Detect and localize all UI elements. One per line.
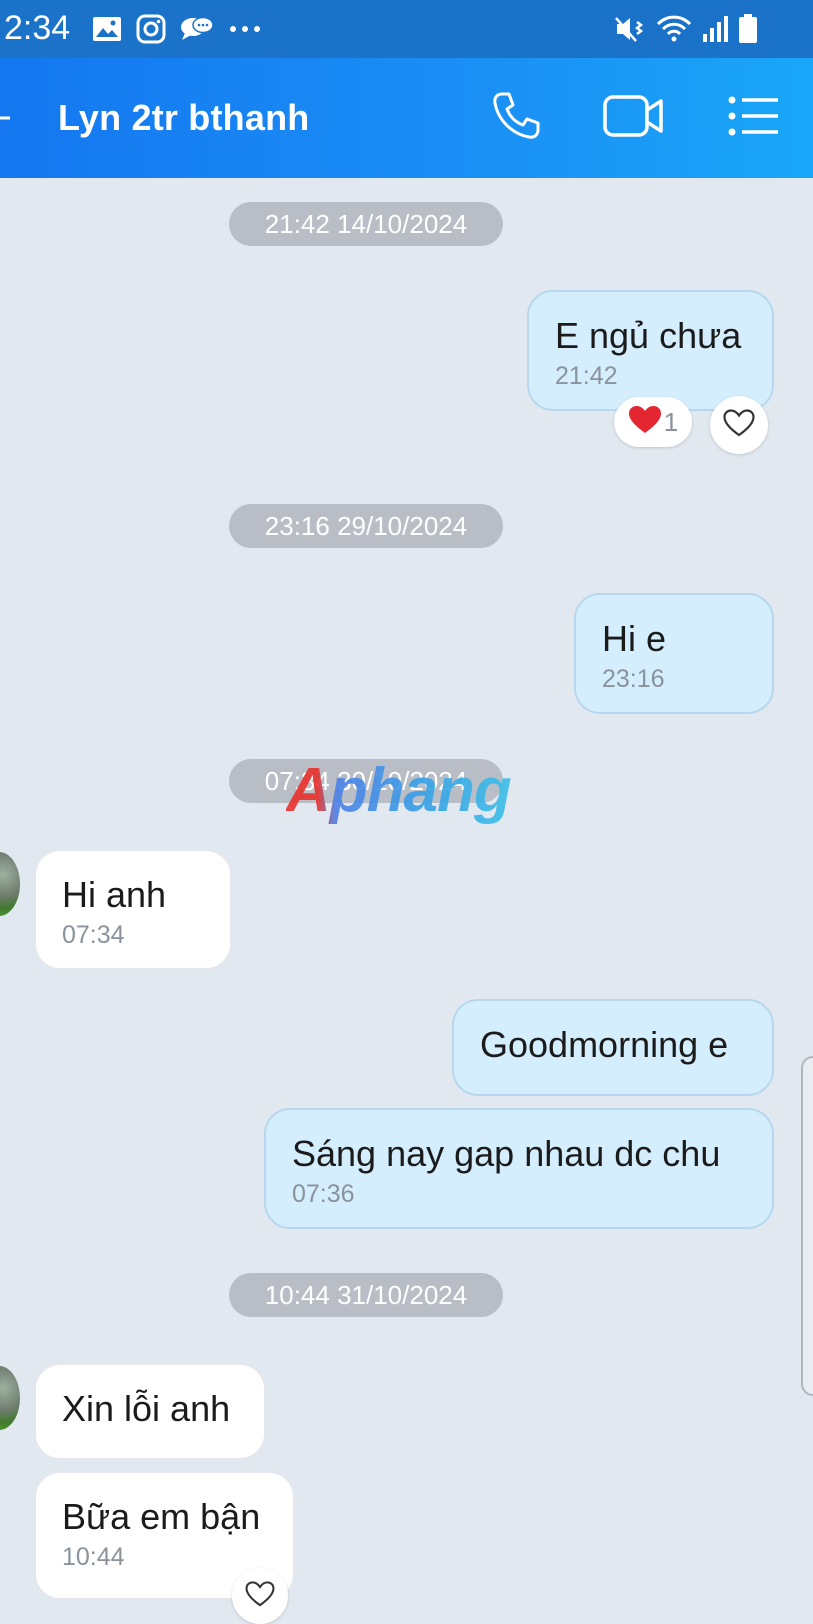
contact-avatar[interactable] — [0, 852, 20, 916]
heart-outline-icon — [245, 1580, 275, 1612]
watermark-logo: Aphang — [286, 756, 512, 825]
status-right-icons — [614, 12, 758, 46]
incoming-message[interactable]: Hi anh 07:34 — [34, 849, 232, 970]
mute-vibrate-icon — [614, 14, 646, 44]
date-separator: 10:44 31/10/2024 — [229, 1273, 503, 1317]
message-text: Xin lỗi anh — [62, 1388, 231, 1429]
reaction-count-badge[interactable]: 1 — [614, 397, 692, 447]
react-button[interactable] — [710, 396, 768, 454]
video-call-button[interactable] — [603, 92, 665, 144]
incoming-message[interactable]: Xin lỗi anh — [34, 1363, 266, 1460]
date-separator: 23:16 29/10/2024 — [229, 504, 503, 548]
battery-icon — [738, 14, 758, 44]
chat-bubbles-icon — [180, 16, 214, 42]
status-time: 2:34 — [4, 9, 71, 47]
outgoing-message[interactable]: Hi e 23:16 — [574, 593, 774, 714]
message-time: 07:34 — [62, 921, 125, 949]
status-left-icons — [92, 12, 262, 46]
message-text: Hi e — [602, 618, 667, 659]
message-text: E ngủ chưa — [555, 315, 742, 356]
outgoing-message[interactable]: Goodmorning e — [452, 999, 774, 1096]
message-text: Hi anh — [62, 874, 167, 915]
date-separator: 21:42 14/10/2024 — [229, 202, 503, 246]
back-arrow-icon[interactable] — [0, 100, 16, 136]
more-dots-icon — [228, 24, 262, 34]
scroll-indicator[interactable] — [801, 1056, 813, 1396]
message-time: 23:16 — [602, 665, 665, 693]
menu-icon — [728, 95, 780, 142]
chat-area[interactable]: 21:42 14/10/2024 E ngủ chưa 21:42 1 23:1… — [0, 178, 813, 1624]
phone-icon — [490, 90, 542, 147]
message-time: 10:44 — [62, 1543, 125, 1571]
status-bar: 2:34 — [0, 0, 813, 58]
contact-avatar[interactable] — [0, 1366, 20, 1430]
instagram-icon — [136, 14, 166, 44]
outgoing-message[interactable]: E ngủ chưa 21:42 — [527, 290, 774, 411]
message-time: 21:42 — [555, 362, 618, 390]
message-text: Goodmorning e — [480, 1024, 729, 1065]
outgoing-message[interactable]: Sáng nay gap nhau dc chu 07:36 — [264, 1108, 774, 1229]
video-call-icon — [603, 93, 665, 144]
chat-title[interactable]: Lyn 2tr bthanh — [58, 96, 309, 140]
image-icon — [92, 16, 122, 42]
message-text: Sáng nay gap nhau dc chu — [292, 1133, 721, 1174]
message-text: Bữa em bận — [62, 1496, 261, 1537]
reaction-count: 1 — [663, 406, 679, 437]
menu-button[interactable] — [724, 92, 784, 144]
heart-outline-icon — [723, 408, 755, 442]
chat-header: Lyn 2tr bthanh — [0, 58, 813, 178]
wifi-icon — [656, 14, 692, 44]
heart-filled-icon — [628, 405, 662, 440]
react-button[interactable] — [232, 1568, 288, 1624]
call-button[interactable] — [486, 92, 546, 144]
message-time: 07:36 — [292, 1180, 355, 1208]
signal-icon — [702, 15, 728, 43]
